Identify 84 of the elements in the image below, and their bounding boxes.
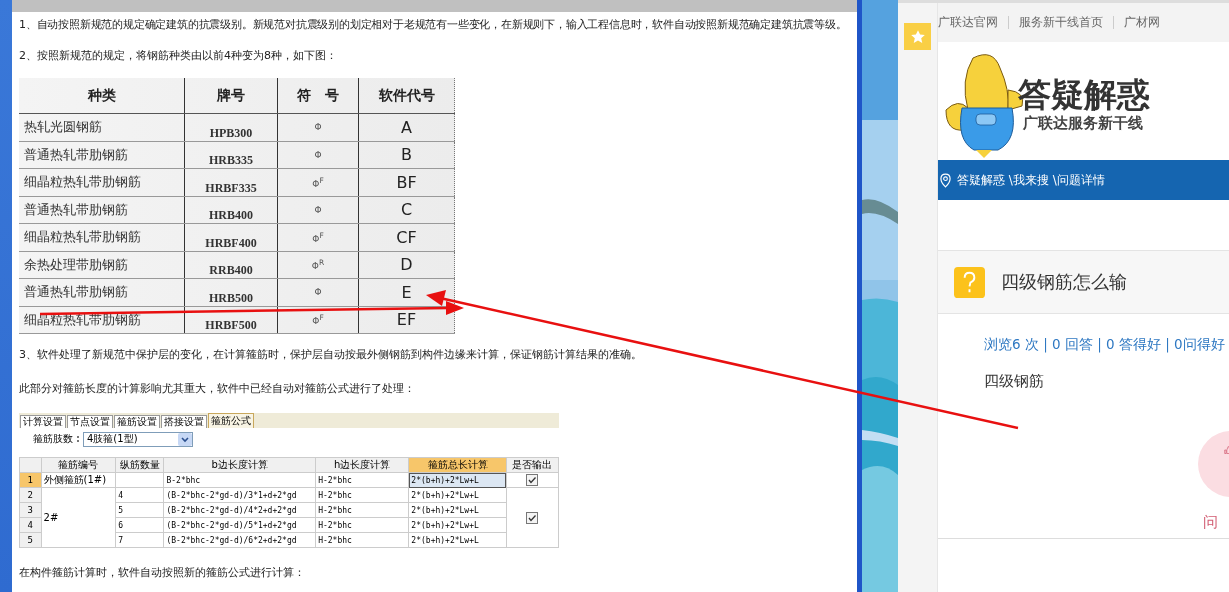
table-cell: H-2*bhc	[318, 475, 352, 485]
logo-title: 答疑解惑	[1018, 75, 1150, 114]
breadcrumb: 答疑解惑 \我来搜 \问题详情	[957, 171, 1105, 189]
question-stats: 浏览6 次 | 0 回答 | 0 答得好 | 0问得好	[984, 336, 1226, 354]
paragraph: 1、自动按照新规范的规定确定建筑的抗震级别。新规范对抗震级别的划定相对于老规范有一些变化，在新规则下，输入工程信息时，软件自动按照新规范确定建筑抗震等级。	[19, 18, 847, 32]
table-cell: (B-2*bhc-2*gd-d)/6*2+d+2*gd	[166, 535, 297, 545]
table-cell: Φ	[277, 196, 359, 224]
table-cell: 4	[118, 490, 124, 500]
column-header: 软件代号	[358, 78, 455, 114]
nav-link[interactable]: 服务新干线首页	[1019, 14, 1103, 31]
table-cell: C	[358, 196, 455, 224]
table-cell: HRBF500	[184, 306, 278, 334]
tab[interactable]: 箍筋设置	[114, 415, 160, 428]
table-cell: 普通热轧带肋钢筋	[19, 141, 185, 169]
paragraph: 2、按照新规范的规定，将钢筋种类由以前4种变为8种，如下图：	[19, 49, 337, 63]
table-cell: CF	[358, 223, 455, 251]
table-cell: Φ	[277, 141, 359, 169]
location-pin-icon	[940, 172, 951, 188]
table-cell: Φ	[277, 113, 359, 141]
table-cell: 热轧光圆钢筋	[19, 113, 185, 141]
tab[interactable]: 节点设置	[67, 415, 113, 428]
star-icon	[909, 28, 926, 45]
table-cell: 5	[118, 505, 124, 515]
column-header: 箍筋总长计算	[408, 457, 507, 473]
column-header: 箍筋编号	[41, 457, 116, 473]
table-cell: H-2*bhc	[318, 520, 352, 530]
table-cell: Φ$^{R}$	[277, 251, 359, 279]
thumbs-up-icon	[1224, 444, 1229, 456]
nav-link[interactable]: 广联达官网	[938, 14, 998, 31]
table-cell: RRB400	[184, 251, 278, 279]
table-cell: HRB400	[184, 196, 278, 224]
question-text: 四级钢筋	[984, 372, 1045, 391]
table-cell: B-2*bhc	[166, 475, 201, 485]
table-cell: HRBF335	[184, 168, 278, 196]
table-cell: H-2*bhc	[318, 535, 352, 545]
table-cell: (B-2*bhc-2*gd-d)/5*1+d+2*gd	[166, 520, 297, 530]
table-cell: B	[358, 141, 455, 169]
paragraph: 此部分对箍筋长度的计算影响尤其重大，软件中已经自动对箍筋公式进行了处理：	[19, 382, 415, 396]
table-cell: Φ$^{F}$	[277, 223, 359, 251]
table-cell: H-2*bhc	[318, 505, 352, 515]
table-cell: HRB335	[184, 141, 278, 169]
table-cell: 外侧箍筋(1#)	[43, 474, 107, 485]
tab[interactable]: 箍筋公式	[208, 413, 254, 428]
table-cell: 6	[118, 520, 124, 530]
tab[interactable]: 搭接设置	[161, 415, 207, 428]
column-header: h边长度计算	[315, 457, 409, 473]
table-cell: BF	[358, 168, 455, 196]
table-cell: 2*(b+h)+2*Lw+L	[408, 487, 507, 503]
column-header: 种类	[19, 78, 185, 114]
column-header: 牌号	[184, 78, 278, 114]
paragraph: 3、软件处理了新规范中保护层的变化，在计算箍筋时，保护层自动按最外侧钢筋到构件边缘来计算，保证钢筋计算结果的准确。	[19, 348, 642, 362]
table-cell: Φ$^{F}$	[277, 306, 359, 334]
table-cell: Φ$^{F}$	[277, 168, 359, 196]
like-label: 问	[1203, 513, 1218, 532]
table-cell: 普通热轧带肋钢筋	[19, 278, 185, 306]
column-header: 纵筋数量	[115, 457, 164, 473]
table-cell: 细晶粒热轧带肋钢筋	[19, 168, 185, 196]
table-cell: 7	[118, 535, 124, 545]
column-header: 符 号	[277, 78, 359, 114]
paragraph: 在构件箍筋计算时，软件自动按照新的箍筋公式进行计算：	[19, 566, 305, 580]
table-cell: Φ	[277, 278, 359, 306]
dropdown[interactable]: 4肢箍(1型)	[83, 431, 193, 447]
column-header: b边长度计算	[163, 457, 316, 473]
table-cell: HRBF400	[184, 223, 278, 251]
table-cell: H-2*bhc	[318, 490, 352, 500]
table-cell: 2#	[43, 512, 59, 523]
table-cell: HRB500	[184, 278, 278, 306]
column-header: 是否输出	[506, 457, 559, 473]
table-cell: (B-2*bhc-2*gd-d)/3*1+d+2*gd	[166, 490, 297, 500]
table-cell: 普通热轧带肋钢筋	[19, 196, 185, 224]
table-cell: 余热处理带肋钢筋	[19, 251, 185, 279]
question-mark-icon	[954, 266, 985, 298]
table-cell: (B-2*bhc-2*gd-d)/4*2+d+2*gd	[166, 505, 297, 515]
nav-link[interactable]: 广材网	[1124, 14, 1160, 31]
table-cell: D	[358, 251, 455, 279]
tab[interactable]: 计算设置	[20, 415, 66, 428]
checkbox[interactable]	[526, 511, 539, 524]
logo-subtitle: 广联达服务新干线	[1023, 113, 1144, 133]
field-label: 箍筋肢数	[33, 432, 73, 446]
table-cell: HPB300	[184, 113, 278, 141]
table-cell: 细晶粒热轧带肋钢筋	[19, 223, 185, 251]
checkbox[interactable]	[526, 474, 539, 486]
table-cell: A	[358, 113, 455, 141]
question-title: 四级钢筋怎么输	[1001, 270, 1127, 294]
